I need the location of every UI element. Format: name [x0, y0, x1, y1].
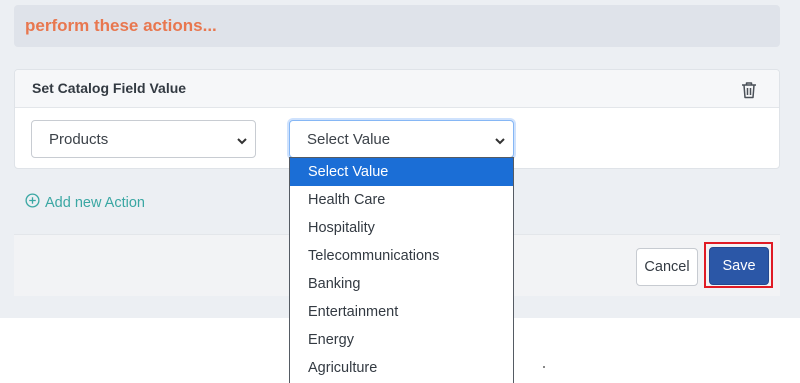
field-value-select-value: Select Value [307, 131, 391, 148]
stray-mark [543, 366, 545, 368]
actions-header: perform these actions... [14, 5, 780, 47]
action-card-title: Set Catalog Field Value [32, 80, 187, 96]
dropdown-option[interactable]: Banking [290, 270, 513, 298]
chevron-down-icon [236, 134, 248, 146]
dropdown-option[interactable]: Hospitality [290, 214, 513, 242]
catalog-field-select[interactable]: Products [31, 120, 256, 158]
cancel-button[interactable]: Cancel [636, 248, 698, 286]
field-value-dropdown-list: Select Value Health Care Hospitality Tel… [289, 157, 514, 383]
actions-header-title: perform these actions... [25, 16, 217, 35]
chevron-down-icon [494, 134, 506, 146]
dropdown-option[interactable]: Agriculture [290, 354, 513, 382]
dropdown-option[interactable]: Telecommunications [290, 242, 513, 270]
trash-icon[interactable] [741, 81, 757, 99]
dropdown-option[interactable]: Select Value [290, 158, 513, 186]
catalog-field-select-value: Products [49, 131, 109, 148]
plus-circle-icon [25, 193, 40, 212]
add-new-action-link[interactable]: Add new Action [25, 193, 145, 212]
dropdown-option[interactable]: Entertainment [290, 298, 513, 326]
action-card-header: Set Catalog Field Value [15, 70, 779, 108]
add-new-action-label: Add new Action [45, 194, 145, 211]
dropdown-option[interactable]: Health Care [290, 186, 513, 214]
save-button[interactable]: Save [709, 247, 769, 285]
dropdown-option[interactable]: Energy [290, 326, 513, 354]
field-value-select[interactable]: Select Value [289, 120, 514, 158]
